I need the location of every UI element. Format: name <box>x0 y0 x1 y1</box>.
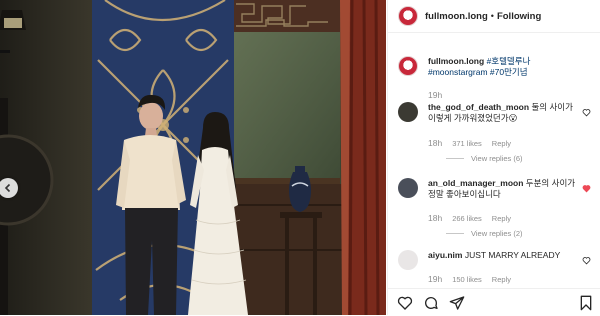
share-icon[interactable] <box>449 295 465 311</box>
post-header: fullmoon.long • Following <box>388 0 600 33</box>
divider <box>446 233 464 234</box>
timestamp[interactable]: 18h <box>428 213 442 223</box>
view-replies-label: View replies (2) <box>471 229 523 238</box>
following-button[interactable]: Following <box>497 11 541 22</box>
view-replies-button[interactable]: View replies (6) <box>446 154 523 163</box>
comment-text: aiyu.nim JUST MARRY ALREADY <box>428 250 582 261</box>
likes-count[interactable]: 371 likes <box>452 139 482 148</box>
action-bar <box>388 288 600 316</box>
timestamp[interactable]: 18h <box>428 138 442 148</box>
comment-icon[interactable] <box>423 295 439 311</box>
comment-username[interactable]: an_old_manager_moon <box>428 178 523 188</box>
comment-text: an_old_manager_moon 두분의 사이가 정말 좋아보이십니다 <box>428 178 582 200</box>
comment-list[interactable]: fullmoon.long #호텔델루나 #moonstargram #70만기… <box>388 42 600 286</box>
comment-meta: 19h 150 likes Reply <box>428 274 511 284</box>
view-replies-button[interactable]: View replies (2) <box>446 229 523 238</box>
hashtag-link[interactable]: #moonstargram <box>428 67 488 77</box>
caption-text: fullmoon.long #호텔델루나 #moonstargram #70만기… <box>428 56 582 78</box>
avatar[interactable] <box>398 56 418 76</box>
instagram-post: fullmoon.long • Following fullmoon.long … <box>0 0 600 315</box>
timestamp[interactable]: 19h <box>428 90 442 100</box>
header-username[interactable]: fullmoon.long <box>425 11 488 22</box>
caption-username[interactable]: fullmoon.long <box>428 56 484 66</box>
comment: an_old_manager_moon 두분의 사이가 정말 좋아보이십니다 1… <box>398 178 593 244</box>
post-photo[interactable] <box>0 0 386 315</box>
avatar[interactable] <box>398 102 418 122</box>
comment-meta: 18h 266 likes Reply <box>428 213 511 223</box>
timestamp[interactable]: 19h <box>428 274 442 284</box>
comment: the_god_of_death_moon 둘의 사이가 이렇게 가까워졌었던가… <box>398 102 593 168</box>
comment: aiyu.nim JUST MARRY ALREADY 19h 150 like… <box>398 250 593 286</box>
post-side-panel: fullmoon.long • Following fullmoon.long … <box>387 0 600 315</box>
chevron-left-icon <box>4 183 11 193</box>
reply-button[interactable]: Reply <box>492 139 511 148</box>
reply-button[interactable]: Reply <box>492 214 511 223</box>
reply-button[interactable]: Reply <box>492 275 511 284</box>
divider <box>446 158 464 159</box>
heart-icon[interactable] <box>582 256 591 265</box>
heart-icon[interactable] <box>582 184 591 193</box>
comment-username[interactable]: aiyu.nim <box>428 250 462 260</box>
avatar[interactable] <box>398 178 418 198</box>
heart-icon[interactable] <box>582 108 591 117</box>
caption: fullmoon.long #호텔델루나 #moonstargram #70만기… <box>398 56 593 104</box>
likes-count[interactable]: 150 likes <box>452 275 482 284</box>
avatar[interactable] <box>398 250 418 270</box>
view-replies-label: View replies (6) <box>471 154 523 163</box>
comment-body: JUST MARRY ALREADY <box>464 250 561 260</box>
avatar[interactable] <box>398 6 418 26</box>
caption-meta: 19h <box>428 90 442 100</box>
likes-count[interactable]: 266 likes <box>452 214 482 223</box>
comment-meta: 18h 371 likes Reply <box>428 138 511 148</box>
photo-scene <box>0 0 386 315</box>
comment-text: the_god_of_death_moon 둘의 사이가 이렇게 가까워졌었던가… <box>428 102 582 124</box>
header-separator: • <box>490 11 494 21</box>
bookmark-icon[interactable] <box>579 295 593 311</box>
comment-username[interactable]: the_god_of_death_moon <box>428 102 529 112</box>
hashtag-link[interactable]: #70만기념 <box>490 67 528 77</box>
heart-icon[interactable] <box>397 295 413 311</box>
hashtag-link[interactable]: #호텔델루나 <box>487 56 531 66</box>
